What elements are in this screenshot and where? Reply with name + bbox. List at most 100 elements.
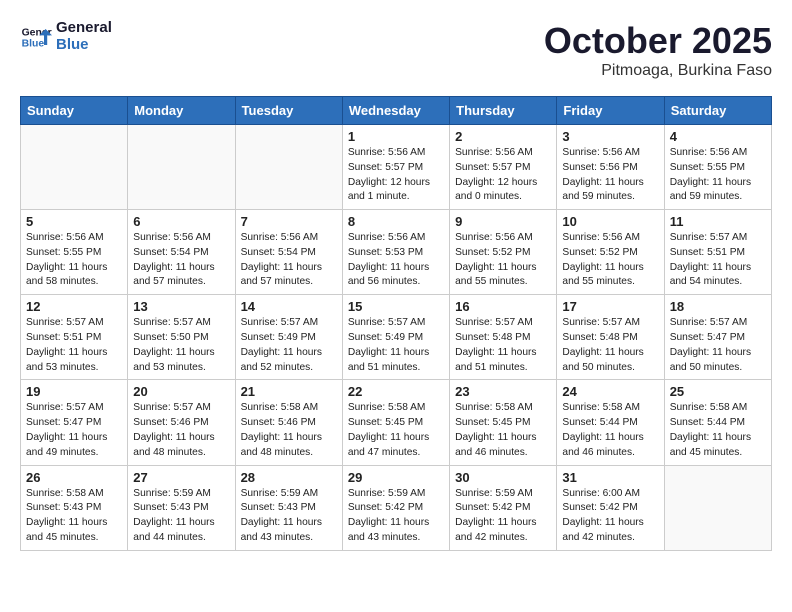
calendar-cell xyxy=(21,125,128,210)
cell-sun-info: Sunrise: 5:58 AM Sunset: 5:43 PM Dayligh… xyxy=(26,487,122,546)
cell-sun-info: Sunrise: 5:58 AM Sunset: 5:46 PM Dayligh… xyxy=(241,401,337,460)
cell-sun-info: Sunrise: 5:58 AM Sunset: 5:44 PM Dayligh… xyxy=(670,401,766,460)
calendar-week-5: 26 Sunrise: 5:58 AM Sunset: 5:43 PM Dayli… xyxy=(21,465,772,550)
calendar-cell: 15 Sunrise: 5:57 AM Sunset: 5:49 PM Dayli… xyxy=(342,295,449,380)
cell-sun-info: Sunrise: 5:57 AM Sunset: 5:48 PM Dayligh… xyxy=(562,316,658,375)
day-number: 28 xyxy=(241,470,337,485)
cell-sun-info: Sunrise: 5:57 AM Sunset: 5:46 PM Dayligh… xyxy=(133,401,229,460)
title-block: October 2025 Pitmoaga, Burkina Faso xyxy=(544,20,772,80)
day-number: 18 xyxy=(670,299,766,314)
calendar-cell: 9 Sunrise: 5:56 AM Sunset: 5:52 PM Daylig… xyxy=(450,210,557,295)
calendar-cell: 12Sunrise: 5:57 AM Sunset: 5:51 PM Dayli… xyxy=(21,295,128,380)
calendar-cell: 29 Sunrise: 5:59 AM Sunset: 5:42 PM Dayli… xyxy=(342,465,449,550)
calendar-cell: 31 Sunrise: 6:00 AM Sunset: 5:42 PM Dayli… xyxy=(557,465,664,550)
logo-general: General xyxy=(56,20,112,37)
calendar-cell: 4 Sunrise: 5:56 AM Sunset: 5:55 PM Daylig… xyxy=(664,125,771,210)
cell-sun-info: Sunrise: 5:56 AM Sunset: 5:52 PM Dayligh… xyxy=(562,231,658,290)
day-number: 25 xyxy=(670,384,766,399)
svg-text:Blue: Blue xyxy=(22,38,45,49)
cell-sun-info: Sunrise: 5:57 AM Sunset: 5:51 PM Dayligh… xyxy=(670,231,766,290)
day-number: 2 xyxy=(455,129,551,144)
calendar-cell: 28 Sunrise: 5:59 AM Sunset: 5:43 PM Dayli… xyxy=(235,465,342,550)
calendar-cell: 8 Sunrise: 5:56 AM Sunset: 5:53 PM Daylig… xyxy=(342,210,449,295)
weekday-header-thursday: Thursday xyxy=(450,97,557,125)
cell-sun-info: Sunrise: 5:56 AM Sunset: 5:55 PM Dayligh… xyxy=(670,146,766,205)
cell-sun-info: Sunrise: 5:56 AM Sunset: 5:54 PM Dayligh… xyxy=(133,231,229,290)
calendar-week-4: 19 Sunrise: 5:57 AM Sunset: 5:47 PM Dayli… xyxy=(21,380,772,465)
day-number: 15 xyxy=(348,299,444,314)
calendar-cell: 18Sunrise: 5:57 AM Sunset: 5:47 PM Dayli… xyxy=(664,295,771,380)
month-title: October 2025 xyxy=(544,20,772,62)
calendar-cell: 2 Sunrise: 5:56 AM Sunset: 5:57 PM Daylig… xyxy=(450,125,557,210)
cell-sun-info: Sunrise: 5:57 AM Sunset: 5:49 PM Dayligh… xyxy=(241,316,337,375)
cell-sun-info: Sunrise: 5:57 AM Sunset: 5:47 PM Dayligh… xyxy=(26,401,122,460)
page-header: General Blue General Blue October 2025 P… xyxy=(20,20,772,80)
calendar-cell: 6 Sunrise: 5:56 AM Sunset: 5:54 PM Daylig… xyxy=(128,210,235,295)
calendar-cell: 13 Sunrise: 5:57 AM Sunset: 5:50 PM Dayli… xyxy=(128,295,235,380)
day-number: 14 xyxy=(241,299,337,314)
cell-sun-info: Sunrise: 5:59 AM Sunset: 5:43 PM Dayligh… xyxy=(241,487,337,546)
day-number: 22 xyxy=(348,384,444,399)
location-subtitle: Pitmoaga, Burkina Faso xyxy=(544,62,772,80)
calendar-cell: 19 Sunrise: 5:57 AM Sunset: 5:47 PM Dayli… xyxy=(21,380,128,465)
cell-sun-info: Sunrise: 5:57 AM Sunset: 5:48 PM Dayligh… xyxy=(455,316,551,375)
day-number: 4 xyxy=(670,129,766,144)
day-number: 13 xyxy=(133,299,229,314)
day-number: 31 xyxy=(562,470,658,485)
logo: General Blue General Blue xyxy=(20,20,112,53)
cell-sun-info: Sunrise: 5:59 AM Sunset: 5:42 PM Dayligh… xyxy=(455,487,551,546)
day-number: 29 xyxy=(348,470,444,485)
calendar-table: SundayMondayTuesdayWednesdayThursdayFrid… xyxy=(20,96,772,551)
day-number: 16 xyxy=(455,299,551,314)
cell-sun-info: Sunrise: 5:56 AM Sunset: 5:54 PM Dayligh… xyxy=(241,231,337,290)
calendar-cell: 26 Sunrise: 5:58 AM Sunset: 5:43 PM Dayli… xyxy=(21,465,128,550)
weekday-header-friday: Friday xyxy=(557,97,664,125)
cell-sun-info: Sunrise: 5:56 AM Sunset: 5:57 PM Dayligh… xyxy=(348,146,444,205)
weekday-header-sunday: Sunday xyxy=(21,97,128,125)
day-number: 9 xyxy=(455,214,551,229)
cell-sun-info: Sunrise: 5:56 AM Sunset: 5:55 PM Dayligh… xyxy=(26,231,122,290)
day-number: 10 xyxy=(562,214,658,229)
calendar-header-row: SundayMondayTuesdayWednesdayThursdayFrid… xyxy=(21,97,772,125)
day-number: 11 xyxy=(670,214,766,229)
day-number: 3 xyxy=(562,129,658,144)
calendar-cell: 10 Sunrise: 5:56 AM Sunset: 5:52 PM Dayli… xyxy=(557,210,664,295)
day-number: 26 xyxy=(26,470,122,485)
calendar-cell: 1 Sunrise: 5:56 AM Sunset: 5:57 PM Daylig… xyxy=(342,125,449,210)
day-number: 5 xyxy=(26,214,122,229)
weekday-header-wednesday: Wednesday xyxy=(342,97,449,125)
calendar-cell xyxy=(235,125,342,210)
day-number: 30 xyxy=(455,470,551,485)
calendar-cell: 7Sunrise: 5:56 AM Sunset: 5:54 PM Daylig… xyxy=(235,210,342,295)
day-number: 1 xyxy=(348,129,444,144)
cell-sun-info: Sunrise: 5:56 AM Sunset: 5:53 PM Dayligh… xyxy=(348,231,444,290)
logo-blue: Blue xyxy=(56,37,112,54)
cell-sun-info: Sunrise: 5:56 AM Sunset: 5:57 PM Dayligh… xyxy=(455,146,551,205)
calendar-cell: 22Sunrise: 5:58 AM Sunset: 5:45 PM Dayli… xyxy=(342,380,449,465)
calendar-week-1: 1 Sunrise: 5:56 AM Sunset: 5:57 PM Daylig… xyxy=(21,125,772,210)
weekday-header-monday: Monday xyxy=(128,97,235,125)
calendar-cell: 23Sunrise: 5:58 AM Sunset: 5:45 PM Dayli… xyxy=(450,380,557,465)
cell-sun-info: Sunrise: 5:56 AM Sunset: 5:56 PM Dayligh… xyxy=(562,146,658,205)
logo-icon: General Blue xyxy=(20,21,52,53)
day-number: 6 xyxy=(133,214,229,229)
day-number: 8 xyxy=(348,214,444,229)
cell-sun-info: Sunrise: 6:00 AM Sunset: 5:42 PM Dayligh… xyxy=(562,487,658,546)
cell-sun-info: Sunrise: 5:56 AM Sunset: 5:52 PM Dayligh… xyxy=(455,231,551,290)
day-number: 23 xyxy=(455,384,551,399)
cell-sun-info: Sunrise: 5:57 AM Sunset: 5:50 PM Dayligh… xyxy=(133,316,229,375)
calendar-cell: 5 Sunrise: 5:56 AM Sunset: 5:55 PM Daylig… xyxy=(21,210,128,295)
calendar-cell: 20 Sunrise: 5:57 AM Sunset: 5:46 PM Dayli… xyxy=(128,380,235,465)
day-number: 20 xyxy=(133,384,229,399)
calendar-cell: 17Sunrise: 5:57 AM Sunset: 5:48 PM Dayli… xyxy=(557,295,664,380)
cell-sun-info: Sunrise: 5:58 AM Sunset: 5:44 PM Dayligh… xyxy=(562,401,658,460)
cell-sun-info: Sunrise: 5:59 AM Sunset: 5:42 PM Dayligh… xyxy=(348,487,444,546)
day-number: 21 xyxy=(241,384,337,399)
calendar-week-2: 5 Sunrise: 5:56 AM Sunset: 5:55 PM Daylig… xyxy=(21,210,772,295)
calendar-cell: 14 Sunrise: 5:57 AM Sunset: 5:49 PM Dayli… xyxy=(235,295,342,380)
calendar-week-3: 12Sunrise: 5:57 AM Sunset: 5:51 PM Dayli… xyxy=(21,295,772,380)
day-number: 24 xyxy=(562,384,658,399)
calendar-cell: 11 Sunrise: 5:57 AM Sunset: 5:51 PM Dayli… xyxy=(664,210,771,295)
day-number: 19 xyxy=(26,384,122,399)
cell-sun-info: Sunrise: 5:57 AM Sunset: 5:49 PM Dayligh… xyxy=(348,316,444,375)
